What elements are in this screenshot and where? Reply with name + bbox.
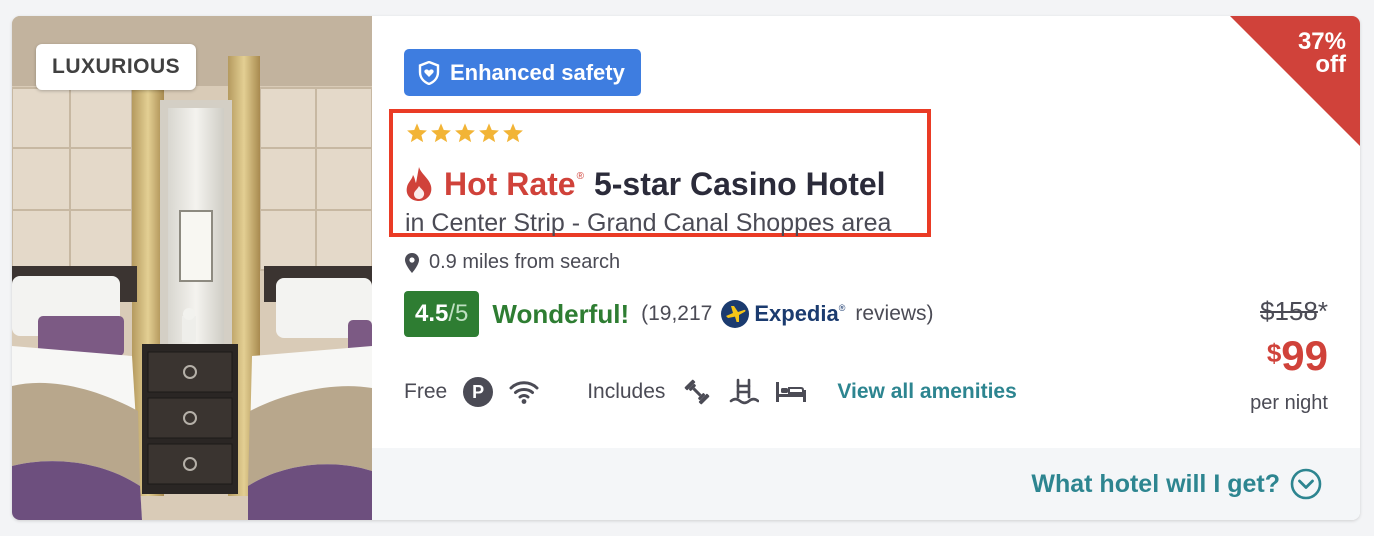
- luxurious-badge: LUXURIOUS: [36, 44, 197, 90]
- star-icon: [503, 123, 523, 143]
- chevron-down-circle-icon: [1290, 468, 1322, 500]
- card-footer: What hotel will I get?: [372, 448, 1360, 520]
- pool-icon: [729, 377, 760, 407]
- rating-label: Wonderful!: [492, 298, 630, 329]
- includes-label: Includes: [587, 380, 666, 403]
- parking-icon: P: [463, 377, 494, 407]
- hotel-title[interactable]: Hot Rate ® 5-star Casino Hotel: [404, 162, 886, 206]
- hotel-card[interactable]: LUXURIOUS Enhanced safety Hot Rate® 5-s: [12, 16, 1360, 520]
- expedia-registered-mark: ®: [838, 303, 846, 313]
- review-count: (19,217: [641, 302, 713, 325]
- hot-rate-label: Hot Rate: [444, 165, 576, 202]
- enhanced-safety-label: Enhanced safety: [450, 59, 625, 85]
- bed-icon: [775, 380, 807, 404]
- discount-text: 37% off: [1297, 28, 1346, 78]
- hotel-area: in Center Strip - Grand Canal Shoppes ar…: [405, 209, 892, 237]
- registered-mark: ®: [576, 170, 584, 182]
- star-icon: [407, 123, 427, 143]
- view-all-amenities-link[interactable]: View all amenities: [837, 380, 1016, 404]
- guest-rating: 4.5/5 Wonderful! (19,217 Expedia ® review…: [404, 291, 934, 337]
- star-rating: [406, 122, 524, 144]
- expedia-logo: Expedia ®: [720, 299, 845, 329]
- enhanced-safety-badge[interactable]: Enhanced safety: [404, 49, 641, 96]
- fitness-icon: [681, 376, 713, 408]
- parking-letter: P: [463, 377, 494, 407]
- distance-info: 0.9 miles from search: [405, 251, 620, 274]
- free-label: Free: [404, 380, 448, 403]
- shield-heart-icon: [418, 60, 440, 85]
- price-currency: $: [1266, 338, 1282, 368]
- original-price-value: $158: [1260, 296, 1318, 326]
- rating-score-badge: 4.5/5: [404, 291, 480, 337]
- amenities-row: Free P Includes View all amenities: [404, 372, 1017, 412]
- discount-word: off: [1315, 51, 1346, 78]
- expedia-plane-icon: [721, 300, 750, 328]
- per-night-label: per night: [1250, 392, 1328, 414]
- hotel-photo[interactable]: LUXURIOUS: [12, 16, 372, 520]
- hotel-room-image: [12, 16, 372, 520]
- what-hotel-button[interactable]: What hotel will I get?: [1031, 448, 1322, 520]
- price-footnote-mark: *: [1317, 296, 1328, 326]
- discount-percent: 37%: [1297, 28, 1346, 55]
- rating-score: 4.5: [415, 300, 449, 327]
- reviews-suffix: reviews): [855, 302, 934, 325]
- price-amount: 99: [1281, 332, 1328, 379]
- expedia-wordmark: Expedia: [754, 301, 839, 326]
- star-icon: [431, 123, 451, 143]
- nightly-price: $ 99: [1267, 332, 1328, 380]
- what-hotel-label: What hotel will I get?: [1031, 469, 1280, 498]
- original-price: $158*: [1260, 296, 1328, 327]
- distance-text: 0.9 miles from search: [429, 251, 621, 273]
- wifi-icon: [509, 379, 539, 405]
- flame-icon: [406, 167, 432, 201]
- hotel-details: Enhanced safety Hot Rate ® 5-star Casino …: [372, 16, 1360, 520]
- rating-out-of: /5: [448, 300, 469, 327]
- star-icon: [455, 123, 475, 143]
- hotel-name: 5-star Casino Hotel: [593, 165, 886, 202]
- star-icon: [479, 123, 499, 143]
- map-pin-icon: [405, 252, 419, 273]
